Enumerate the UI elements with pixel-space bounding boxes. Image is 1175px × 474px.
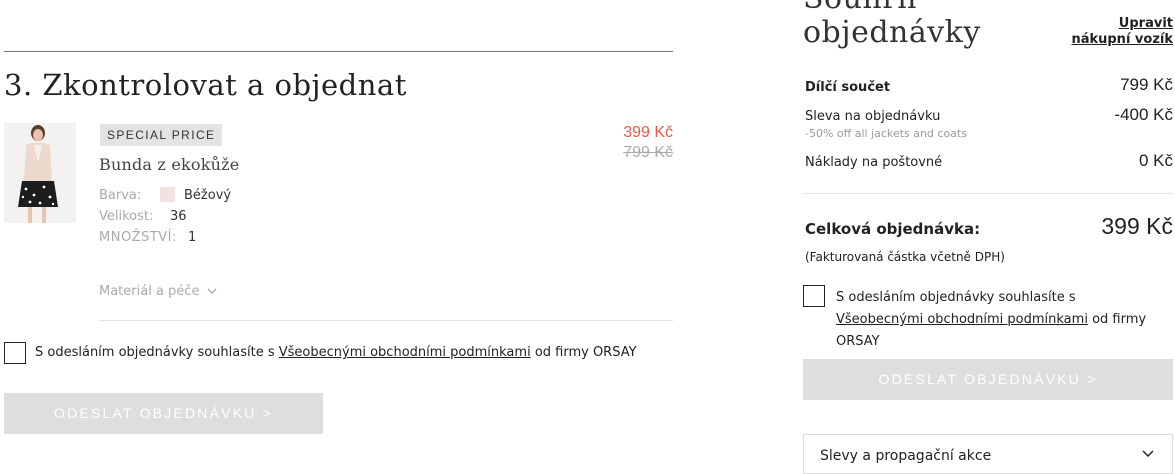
chevron-down-icon <box>1142 450 1154 458</box>
summary-terms-prefix: S odesláním objednávky souhlasíte s <box>836 290 1076 305</box>
vat-note: (Fakturovaná částka včetně DPH) <box>805 250 1005 264</box>
promo-label: Slevy a propagační akce <box>820 448 992 464</box>
quantity-label: MNOŽSTVÍ: <box>99 230 177 245</box>
color-swatch <box>160 187 175 202</box>
product-photo-graphic <box>4 123 76 223</box>
terms-checkbox[interactable] <box>4 342 26 364</box>
summary-divider <box>803 193 1173 194</box>
product-name[interactable]: Bunda z ekokůže <box>99 155 239 174</box>
discount-note: -50% off all jackets and coats <box>805 127 967 140</box>
size-label: Velikost: <box>99 209 154 224</box>
product-image[interactable] <box>4 123 76 223</box>
material-care-toggle[interactable]: Materiál a péče <box>99 284 217 299</box>
color-label: Barva: <box>99 188 142 203</box>
chevron-down-icon <box>207 288 217 294</box>
subtotal-value: 799 Kč <box>1120 75 1173 94</box>
item-divider <box>99 320 673 321</box>
submit-order-button[interactable]: ODESLAT OBJEDNÁVKU > <box>4 393 323 434</box>
section-divider <box>4 51 673 52</box>
terms-prefix: S odesláním objednávky souhlasíte s <box>35 345 279 360</box>
subtotal-label: Dílčí součet <box>805 80 891 95</box>
quantity-value: 1 <box>188 230 197 245</box>
summary-terms-link[interactable]: Všeobecnými obchodními podmínkami <box>836 312 1088 327</box>
shipping-label: Náklady na poštovné <box>805 155 943 170</box>
total-value: 399 Kč <box>1101 213 1173 239</box>
special-price-badge: SPECIAL PRICE <box>100 124 223 146</box>
size-value: 36 <box>170 209 187 224</box>
summary-submit-order-button[interactable]: ODESLAT OBJEDNÁVKU > <box>803 359 1173 400</box>
summary-title-line1: Souhrn <box>803 0 981 16</box>
terms-link[interactable]: Všeobecnými obchodními podmínkami <box>279 345 531 360</box>
edit-cart-link[interactable]: Upravit nákupní vozík <box>1060 16 1173 48</box>
color-value: Béžový <box>184 188 232 203</box>
page-title: 3. Zkontrolovat a objednat <box>4 68 407 102</box>
price-current: 399 Kč <box>623 124 673 141</box>
terms-suffix: od firmy ORSAY <box>530 345 637 360</box>
price-original: 799 Kč <box>623 144 673 161</box>
terms-text: S odesláním objednávky souhlasíte s Všeo… <box>35 345 637 360</box>
discount-label: Sleva na objednávku <box>805 109 941 124</box>
summary-terms-checkbox[interactable] <box>803 285 825 307</box>
promo-dropdown[interactable]: Slevy a propagační akce <box>803 434 1173 474</box>
summary-title-line2: objednávky <box>803 15 981 50</box>
total-label: Celková objednávka: <box>805 220 981 238</box>
discount-value: -400 Kč <box>1114 105 1173 124</box>
shipping-value: 0 Kč <box>1138 151 1173 170</box>
summary-terms-text: S odesláním objednávky souhlasíte s Všeo… <box>836 287 1166 353</box>
material-care-label: Materiál a péče <box>99 284 200 299</box>
summary-title: Souhrn objednávky <box>803 0 981 50</box>
